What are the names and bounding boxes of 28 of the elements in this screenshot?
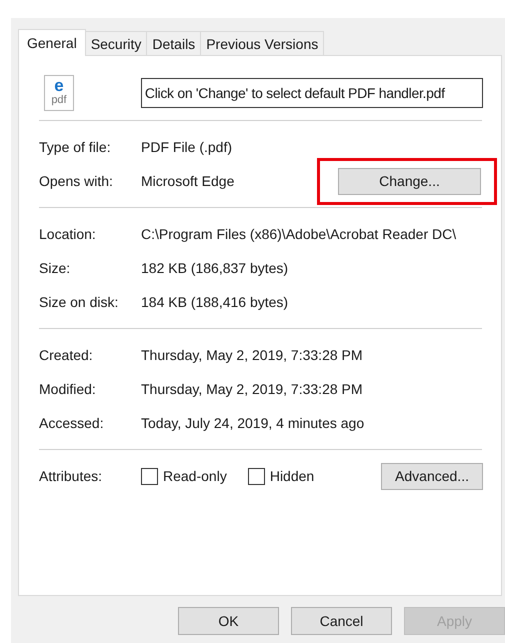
field-value: Today, July 24, 2019, 4 minutes ago — [141, 415, 364, 431]
field-value: 182 KB (186,837 bytes) — [141, 260, 288, 276]
field-label: Type of file: — [39, 139, 112, 155]
advanced-button[interactable]: Advanced... — [381, 462, 483, 490]
file-name-field[interactable]: Click on 'Change' to select default PDF handler.pdf — [140, 78, 483, 108]
dialog-button[interactable]: Cancel — [291, 607, 392, 635]
pdf-file-icon: e pdf — [44, 75, 74, 111]
field-value: C:\Program Files (x86)\Adobe\Acrobat Reader DC\ — [141, 226, 456, 242]
field-label: Location: — [39, 226, 97, 242]
tab[interactable]: Previous Versions — [200, 31, 324, 55]
field-label: Attributes: — [39, 468, 104, 484]
checkbox[interactable]: Read-only — [141, 468, 227, 484]
field-value: 184 KB (188,416 bytes) — [141, 294, 288, 310]
field-label: Modified: — [39, 381, 97, 397]
field-value: Thursday, May 2, 2019, 7:33:28 PM — [141, 347, 363, 363]
field-value: Microsoft Edge — [141, 173, 234, 189]
tab[interactable]: Security — [84, 31, 148, 55]
change-button[interactable]: Change... — [338, 168, 481, 194]
field-value: PDF File (.pdf) — [141, 139, 232, 155]
field-label: Size on disk: — [39, 294, 120, 310]
field-label: Accessed: — [39, 415, 105, 431]
checkbox[interactable]: Hidden — [248, 468, 314, 484]
tab[interactable]: General — [18, 29, 86, 56]
field-label: Opens with: — [39, 173, 114, 189]
field-label: Size: — [39, 260, 72, 276]
field-value: Thursday, May 2, 2019, 7:33:28 PM — [141, 381, 363, 397]
field-label: Created: — [39, 347, 94, 363]
dialog-button[interactable]: OK — [178, 607, 279, 635]
